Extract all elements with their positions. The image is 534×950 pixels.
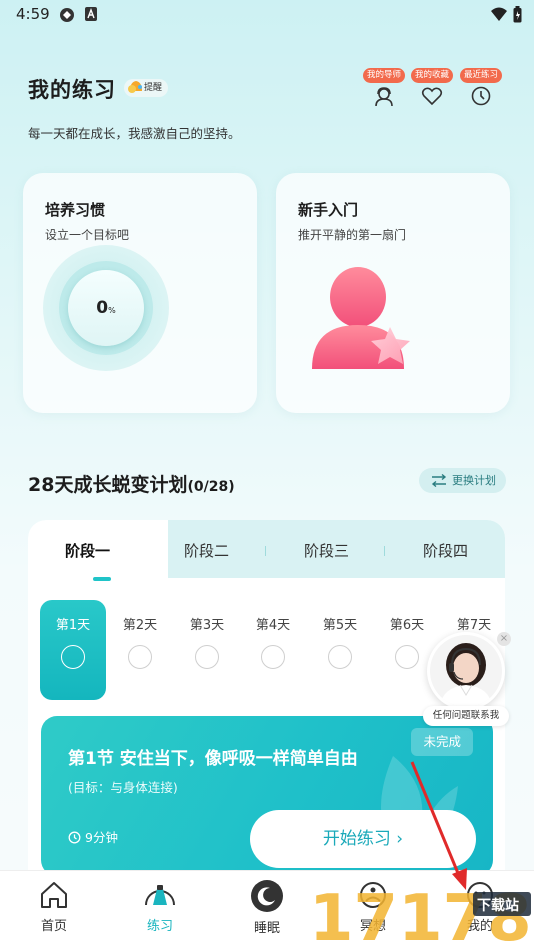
nav-profile-label: 我的: [466, 919, 493, 934]
bell-icon: [128, 81, 142, 93]
day-status-circle: [128, 645, 152, 669]
beginner-card[interactable]: 新手入门 推开平静的第一扇门: [276, 173, 510, 413]
plan-count: (0/28): [187, 479, 235, 495]
status-time: 4:59: [16, 5, 50, 23]
nav-practice-label: 练习: [146, 919, 173, 934]
lesson-duration: 9分钟: [68, 827, 118, 846]
app-notification-icon: [60, 8, 74, 22]
home-icon: [41, 882, 67, 908]
lesson-title: 第1节 安住当下，像呼吸一样简单自由: [68, 749, 358, 769]
day-4[interactable]: 第4天: [240, 600, 306, 700]
nav-sleep-label: 睡眠: [253, 921, 280, 936]
tab-stage-1[interactable]: 阶段一: [65, 540, 110, 561]
day-status-circle: [395, 645, 419, 669]
lesson-goal: (目标：与身体连接): [68, 780, 178, 795]
change-plan-label: 更换计划: [452, 474, 496, 487]
tab-stage-2[interactable]: 阶段二: [184, 540, 229, 561]
remind-button[interactable]: 提醒: [124, 79, 169, 97]
day-3[interactable]: 第3天: [174, 600, 240, 700]
day-5[interactable]: 第5天: [307, 600, 373, 700]
nav-home[interactable]: 首页: [19, 879, 89, 934]
day-label: 第3天: [189, 618, 225, 633]
day-label: 第6天: [389, 618, 425, 633]
day-label: 第7天: [456, 618, 492, 633]
recent-practice-tag: 最近练习: [459, 68, 502, 83]
change-plan-button[interactable]: 更换计划: [419, 468, 506, 493]
tab-divider: [384, 546, 385, 556]
tab-active-indicator: [93, 577, 111, 581]
chevron-right-icon: ›: [396, 829, 404, 849]
my-mentor-button[interactable]: 我的导师: [362, 62, 406, 107]
my-mentor-tag: 我的导师: [362, 68, 405, 83]
beginner-card-subtitle: 推开平静的第一扇门: [298, 228, 407, 242]
progress-unit: %: [108, 306, 116, 315]
start-practice-label: 开始练习: [322, 829, 391, 849]
nav-meditation-label: 冥想: [359, 919, 386, 934]
plan-title: 28天成长蜕变计划(0/28): [28, 470, 235, 497]
day-label: 第4天: [255, 618, 291, 633]
my-favorites-button[interactable]: 我的收藏: [410, 62, 454, 106]
clock-icon: [471, 86, 491, 106]
nav-meditation[interactable]: 冥想: [338, 879, 408, 934]
tab-stage-3[interactable]: 阶段三: [304, 540, 349, 561]
a-notification-icon: [85, 7, 97, 21]
day-label: 第2天: [122, 618, 158, 633]
support-widget[interactable]: 任何问题联系我 ×: [423, 632, 511, 726]
battery-icon: [513, 6, 522, 23]
progress-number: 0: [96, 298, 109, 318]
close-icon[interactable]: ×: [497, 632, 511, 646]
page-subtitle: 每一天都在成长，我感激自己的坚持。: [28, 126, 241, 141]
remind-label: 提醒: [144, 83, 163, 93]
status-badge: 未完成: [411, 728, 473, 756]
wifi-icon: [491, 7, 507, 21]
moon-icon: [251, 880, 283, 912]
habit-card-title: 培养习惯: [45, 201, 106, 219]
beginner-user-icon: [312, 267, 410, 369]
lesson-duration-text: 9分钟: [85, 830, 118, 845]
day-status-circle: [195, 645, 219, 669]
day-status-circle: [261, 645, 285, 669]
meditation-icon: [360, 882, 386, 908]
profile-icon: [467, 882, 493, 908]
progress-value: 0%: [68, 270, 144, 346]
support-label: 任何问题联系我: [423, 706, 509, 726]
status-bar: 4:59: [0, 0, 534, 28]
support-agent-icon: [430, 635, 502, 707]
nav-practice[interactable]: 练习: [125, 879, 195, 934]
support-avatar[interactable]: [427, 632, 505, 710]
day-2[interactable]: 第2天: [107, 600, 173, 700]
practice-icon: [145, 885, 175, 906]
nav-profile[interactable]: 我的: [445, 879, 515, 934]
day-status-circle: [61, 645, 85, 669]
swap-icon: [431, 474, 447, 487]
page-title: 我的练习: [28, 78, 116, 102]
my-favorites-tag: 我的收藏: [410, 68, 453, 83]
timer-icon: [68, 831, 81, 844]
recent-practice-button[interactable]: 最近练习: [459, 62, 503, 106]
day-label: 第1天: [55, 618, 91, 633]
nav-sleep[interactable]: 睡眠: [232, 879, 302, 936]
nav-home-label: 首页: [40, 919, 67, 934]
day-1[interactable]: 第1天: [40, 600, 106, 700]
heart-icon: [421, 87, 443, 106]
habit-card[interactable]: 培养习惯 设立一个目标吧 0%: [23, 173, 257, 413]
plan-name: 28天成长蜕变计划: [28, 474, 188, 496]
bottom-nav: 首页 练习 睡眠 冥想 我的: [0, 870, 534, 950]
day-label: 第5天: [322, 618, 358, 633]
mentor-icon: [375, 87, 393, 107]
beginner-card-title: 新手入门: [298, 201, 359, 219]
tab-divider: [265, 546, 266, 556]
day-status-circle: [328, 645, 352, 669]
start-practice-button[interactable]: 开始练习 ›: [250, 810, 476, 868]
tab-stage-4[interactable]: 阶段四: [423, 540, 468, 561]
habit-card-subtitle: 设立一个目标吧: [45, 228, 130, 242]
